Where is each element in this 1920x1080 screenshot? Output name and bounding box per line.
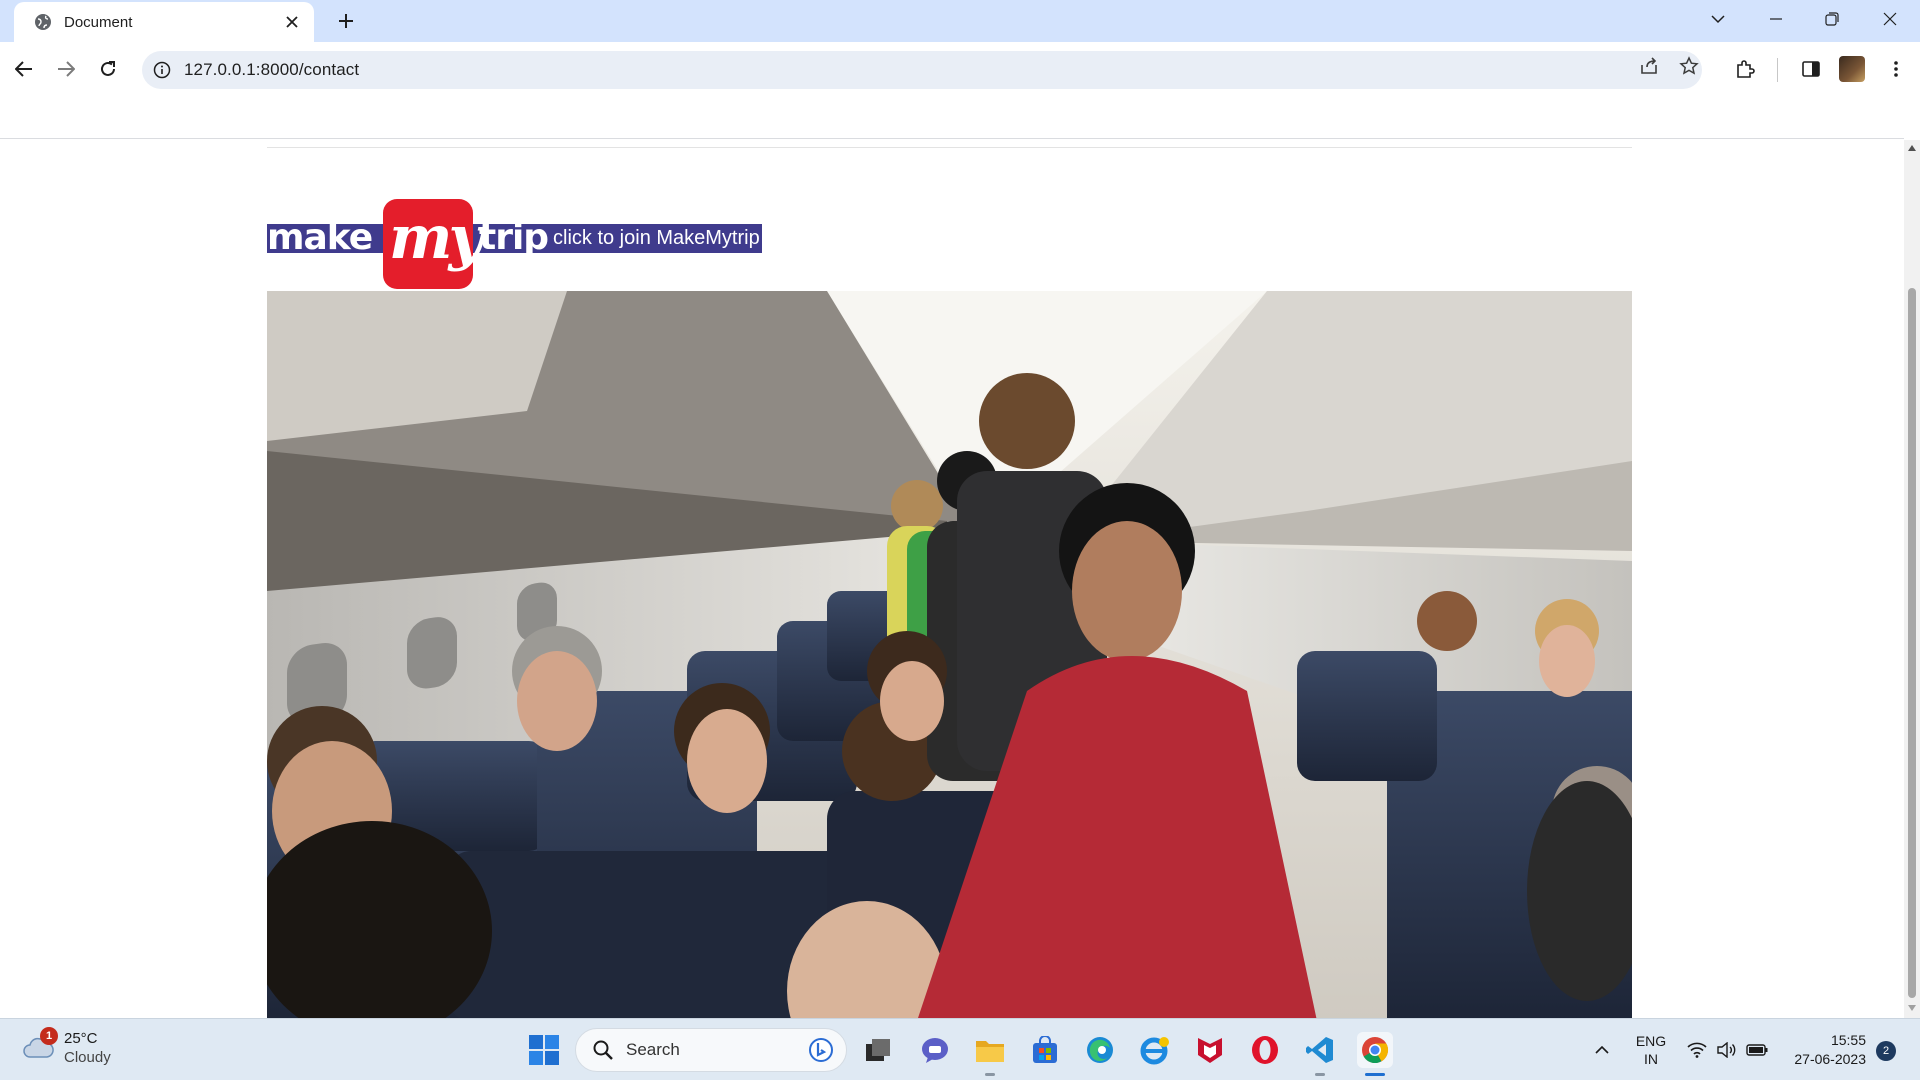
logo-text-my: my — [389, 203, 483, 273]
browser-toolbar: 127.0.0.1:8000/contact — [0, 42, 1920, 96]
search-icon — [590, 1037, 616, 1063]
taskbar-search[interactable]: Search — [575, 1028, 847, 1072]
show-hidden-icons-chevron-icon[interactable] — [1588, 1031, 1616, 1069]
weather-condition: Cloudy — [64, 1049, 111, 1066]
share-icon[interactable] — [1633, 50, 1665, 82]
system-clock[interactable]: 15:55 27-06-2023 — [1780, 1031, 1866, 1069]
file-explorer-icon[interactable] — [972, 1032, 1008, 1076]
toolbar-divider — [0, 138, 1904, 139]
new-tab-button[interactable] — [328, 6, 364, 36]
tab-document[interactable]: Document — [14, 2, 314, 42]
profile-avatar[interactable] — [1839, 56, 1865, 82]
side-panel-icon[interactable] — [1794, 52, 1828, 86]
site-info-icon[interactable] — [152, 60, 172, 80]
bookmark-star-icon[interactable] — [1673, 50, 1705, 82]
logo-text-trip: trip — [479, 217, 549, 258]
horizontal-rule — [267, 147, 1632, 148]
close-window-button[interactable] — [1862, 0, 1918, 38]
toolbar-separator — [1777, 58, 1778, 82]
chrome-browser-icon[interactable] — [1357, 1032, 1393, 1076]
join-link-text[interactable]: click to join MakeMytrip — [549, 224, 762, 253]
windows-start-icon[interactable] — [528, 1034, 560, 1066]
weather-widget[interactable]: 1 25°C Cloudy — [22, 1027, 111, 1067]
minimize-button[interactable] — [1748, 0, 1804, 38]
scrollbar-thumb[interactable] — [1908, 288, 1916, 998]
task-view-icon[interactable] — [860, 1032, 896, 1068]
close-tab-icon[interactable] — [278, 8, 306, 36]
windows-taskbar: 1 25°C Cloudy Search ENG IN 15:55 27-06-… — [0, 1018, 1920, 1080]
notification-count-badge[interactable]: 2 — [1876, 1041, 1896, 1061]
bing-icon[interactable] — [806, 1035, 836, 1065]
tab-search-icon[interactable] — [1690, 0, 1746, 38]
teams-chat-icon[interactable] — [917, 1032, 953, 1068]
scroll-up-arrow-icon[interactable] — [1904, 140, 1920, 156]
forward-button[interactable] — [49, 52, 83, 86]
extensions-icon[interactable] — [1728, 52, 1762, 86]
airplane-cabin-photo — [267, 291, 1632, 1018]
back-button[interactable] — [7, 52, 41, 86]
clock-time: 15:55 — [1830, 1032, 1866, 1048]
search-label: Search — [626, 1040, 680, 1059]
address-bar[interactable]: 127.0.0.1:8000/contact — [142, 51, 1702, 89]
weather-alert-badge: 1 — [40, 1027, 58, 1045]
page-scrollbar[interactable] — [1904, 140, 1920, 1018]
makemytrip-logo[interactable]: make my trip — [267, 199, 549, 291]
mcafee-icon[interactable] — [1192, 1032, 1228, 1068]
restore-button[interactable] — [1804, 0, 1860, 38]
page-viewport: make my trip click to join MakeMytrip — [0, 96, 1920, 1018]
battery-icon[interactable] — [1743, 1031, 1771, 1069]
join-makemytrip-link[interactable]: make my trip click to join MakeMytrip — [267, 199, 762, 291]
url-text: 127.0.0.1:8000/contact — [184, 60, 360, 79]
globe-icon — [34, 13, 52, 31]
logo-text-make: make — [267, 217, 373, 258]
input-language-indicator[interactable]: ENG IN — [1634, 1032, 1668, 1068]
cloud-icon: 1 — [22, 1027, 58, 1065]
reload-button[interactable] — [91, 52, 125, 86]
more-menu-icon[interactable] — [1879, 52, 1913, 86]
tab-title: Document — [64, 13, 133, 31]
tab-strip: Document — [0, 0, 1920, 42]
edge-browser-icon[interactable] — [1082, 1032, 1118, 1068]
scroll-down-arrow-icon[interactable] — [1904, 1000, 1920, 1016]
clock-date: 27-06-2023 — [1794, 1051, 1866, 1067]
volume-icon[interactable] — [1713, 1031, 1741, 1069]
internet-explorer-icon[interactable] — [1137, 1032, 1173, 1068]
vscode-icon[interactable] — [1302, 1032, 1338, 1076]
microsoft-store-icon[interactable] — [1027, 1032, 1063, 1068]
opera-browser-icon[interactable] — [1247, 1032, 1283, 1068]
weather-temperature: 25°C — [64, 1030, 98, 1047]
wifi-icon[interactable] — [1683, 1031, 1711, 1069]
